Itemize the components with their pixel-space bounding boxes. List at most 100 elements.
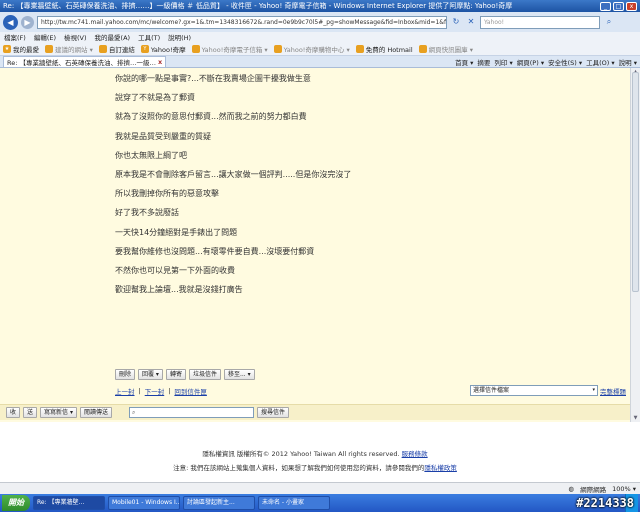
message-line: 好了我不多說廢話: [115, 208, 179, 218]
forward-button[interactable]: ▶: [21, 15, 34, 29]
mail-search-input[interactable]: ⌕: [128, 407, 254, 418]
chevron-down-icon: ▾: [592, 387, 595, 393]
message-line: 你說的哪一點是事實?...不斷在我賣場企圖干擾我做生意: [115, 74, 311, 83]
globe-icon: ◍: [568, 484, 575, 493]
pager-separator: |: [168, 387, 171, 395]
tab-label: Re: 【專業牆壁紙、石英磚保養洗油、排擠…一級…: [7, 59, 156, 67]
favorites-bar: ★ 我的最愛 建議的網站 ▾ 自訂連結 Y Yahoo!奇摩 Yahoo!奇摩電子信…: [0, 42, 640, 56]
favorite-item[interactable]: ★ 我的最愛: [3, 44, 39, 54]
taskbar-item[interactable]: 討論區發起新主...: [183, 496, 255, 510]
menu-file[interactable]: 檔案(F): [4, 32, 26, 42]
address-bar: ◀ ▶ http://tw.mc741.mail.yahoo.com/mc/we…: [0, 12, 640, 32]
star-icon: ★: [3, 44, 11, 53]
toolbar-help[interactable]: 說明 ▾: [619, 57, 637, 67]
favorite-item[interactable]: Y Yahoo!奇摩: [140, 44, 186, 54]
page-icon: [273, 44, 282, 53]
menu-help[interactable]: 說明(H): [168, 32, 191, 42]
browser-search-input[interactable]: Yahoo!: [480, 15, 600, 29]
delete-button[interactable]: 刪除: [115, 368, 136, 380]
message-line: 歡迎幫我上論壇...我就是沒錢打廣告: [115, 285, 243, 295]
window-titlebar: Re: 【專業牆壁紙、石英磚保養洗油、排擠……】一級價格 ＃ 低品質】 - 收件…: [0, 0, 640, 12]
toolbar-page[interactable]: 網頁(P) ▾: [517, 57, 544, 67]
tab-current[interactable]: Re: 【專業牆壁紙、石英磚保養洗油、排擠…一級… x: [3, 56, 167, 67]
maximize-button[interactable]: □: [613, 1, 624, 11]
menu-view[interactable]: 檢視(V): [64, 32, 87, 42]
message-line: 我就是品質受到嚴重的質疑: [115, 131, 211, 141]
message-line: 你也太無限上綱了吧: [115, 150, 187, 160]
favorite-item[interactable]: Yahoo!奇摩購物中心 ▾: [273, 44, 350, 54]
page-icon: [418, 44, 427, 53]
taskbar-item[interactable]: Mobile01 - Windows I...: [108, 496, 180, 510]
taskbar-item[interactable]: 未命名 - 小畫家: [258, 496, 330, 510]
forward-button-mail[interactable]: 轉寄: [165, 368, 186, 380]
page-icon: [45, 44, 53, 53]
next-message-link[interactable]: 下一封: [145, 386, 165, 396]
message-line: 原本我是不會刪除客戶留言...讓大家做一個評判.....但是你沒完沒了: [115, 169, 352, 179]
yahoo-icon: Y: [140, 44, 149, 53]
scroll-thumb[interactable]: [632, 72, 639, 292]
toolbar-home[interactable]: 首頁 ▾: [455, 57, 473, 67]
privacy-policy-link[interactable]: 隱私權政策: [424, 464, 457, 472]
security-zone: 網際網路: [580, 485, 607, 494]
toolbar-safety[interactable]: 安全性(S) ▾: [548, 57, 582, 67]
close-window-button[interactable]: x: [626, 1, 637, 11]
message-line: 不然你也可以見第一下外面的收費: [115, 265, 235, 275]
full-headers-link[interactable]: 完整標題: [600, 386, 626, 396]
contacts-button[interactable]: 閱讀傳送: [79, 407, 112, 418]
page-footer: 隱私權資訊 版權所有© 2012 Yahoo! Taiwan All right…: [0, 422, 630, 482]
start-button[interactable]: 開始: [2, 495, 30, 511]
prev-message-link[interactable]: 上一封: [115, 386, 135, 396]
menu-bar: 檔案(F) 編輯(E) 檢視(V) 我的最愛(A) 工具(T) 說明(H): [0, 32, 640, 42]
taskbar-item[interactable]: Re: 【專業牆壁...: [33, 496, 105, 510]
refresh-icon[interactable]: ↻: [450, 16, 462, 28]
window-title: Re: 【專業牆壁紙、石英磚保養洗油、排擠……】一級價格 ＃ 低品質】 - 收件…: [3, 2, 513, 10]
move-button[interactable]: 移至... ▾: [223, 368, 255, 380]
terms-link[interactable]: 服務條款: [402, 450, 428, 458]
check-mail-button[interactable]: 收: [6, 407, 21, 418]
search-mail-button[interactable]: 搜尋信件: [256, 407, 289, 418]
mail-bottom-bar: 收 送 寫寫新信 ▾ 閱讀傳送 ⌕ 搜尋信件: [0, 404, 630, 420]
message-action-row: 刪除 回覆 ▾ 轉寄 垃圾信件 移至... ▾: [0, 367, 630, 381]
message-line: 所以我刪掉你所有的惡意攻擊: [115, 189, 219, 199]
send-mail-button[interactable]: 送: [23, 407, 38, 418]
message-line: 說穿了不就是為了郵資: [115, 93, 195, 103]
reply-button[interactable]: 回覆 ▾: [138, 368, 163, 380]
message-line: 要我幫你維修也沒問題...有壞零件要自費...沒壞要付郵資: [115, 246, 315, 256]
toolbar-print[interactable]: 列印 ▾: [494, 57, 512, 67]
back-button[interactable]: ◀: [3, 14, 18, 30]
search-icon: ⌕: [131, 409, 136, 416]
toolbar-feeds[interactable]: 摘要: [477, 57, 490, 67]
folder-select-value: 選擇信件檔案: [473, 387, 510, 394]
minimize-button[interactable]: _: [600, 1, 611, 11]
message-line: 一天快14分鐘絕對是手錶出了問題: [115, 227, 238, 237]
favorite-item[interactable]: Yahoo!奇摩電子信箱 ▾: [191, 44, 268, 54]
favorite-item[interactable]: 自訂連結: [98, 44, 135, 54]
back-to-inbox-link[interactable]: 回到信件匣: [174, 386, 207, 396]
tab-bar: Re: 【專業牆壁紙、石英磚保養洗油、排擠…一級… x 首頁 ▾ 摘要 列印 ▾…: [0, 56, 640, 68]
favorite-item[interactable]: 建議的網站 ▾: [45, 44, 93, 54]
compose-button[interactable]: 寫寫新信 ▾: [40, 407, 77, 418]
menu-tools[interactable]: 工具(T): [138, 32, 160, 42]
folder-select[interactable]: 選擇信件檔案 ▾: [470, 385, 598, 396]
windows-taskbar: 開始 Re: 【專業牆壁... Mobile01 - Windows I... …: [0, 494, 640, 512]
url-input[interactable]: http://tw.mc741.mail.yahoo.com/mc/welcom…: [37, 15, 447, 29]
search-icon[interactable]: ⌕: [603, 16, 615, 28]
scroll-down-icon[interactable]: ▼: [631, 414, 640, 422]
toolbar-tools[interactable]: 工具(O) ▾: [586, 57, 615, 67]
page-icon: [191, 44, 200, 53]
page-icon: [98, 44, 107, 53]
page-icon: [355, 44, 364, 53]
message-line: 就為了沒照你的意思付郵資...然而我之前的努力都白費: [115, 112, 307, 122]
zoom-level[interactable]: 100% ▾: [612, 485, 636, 493]
browser-status-bar: ◍ 網際網路 100% ▾: [0, 482, 640, 494]
menu-edit[interactable]: 編輯(E): [34, 32, 56, 42]
menu-favorites[interactable]: 我的最愛(A): [95, 32, 131, 42]
favorite-item[interactable]: 網頁快訊圖庫 ▾: [418, 44, 473, 54]
stop-icon[interactable]: ✕: [465, 16, 477, 28]
spam-button[interactable]: 垃圾信件: [188, 368, 221, 380]
vertical-scrollbar[interactable]: ▲ ▼: [630, 68, 640, 422]
favorite-item[interactable]: 免費的 Hotmail: [355, 44, 413, 54]
close-tab-icon[interactable]: x: [158, 58, 162, 66]
pager-separator: |: [138, 387, 141, 395]
privacy-notice: 注意: 我們在該網站上蒐集個人資料，如果想了解我們如何使用您的資料，請參閱我們的…: [173, 464, 457, 472]
